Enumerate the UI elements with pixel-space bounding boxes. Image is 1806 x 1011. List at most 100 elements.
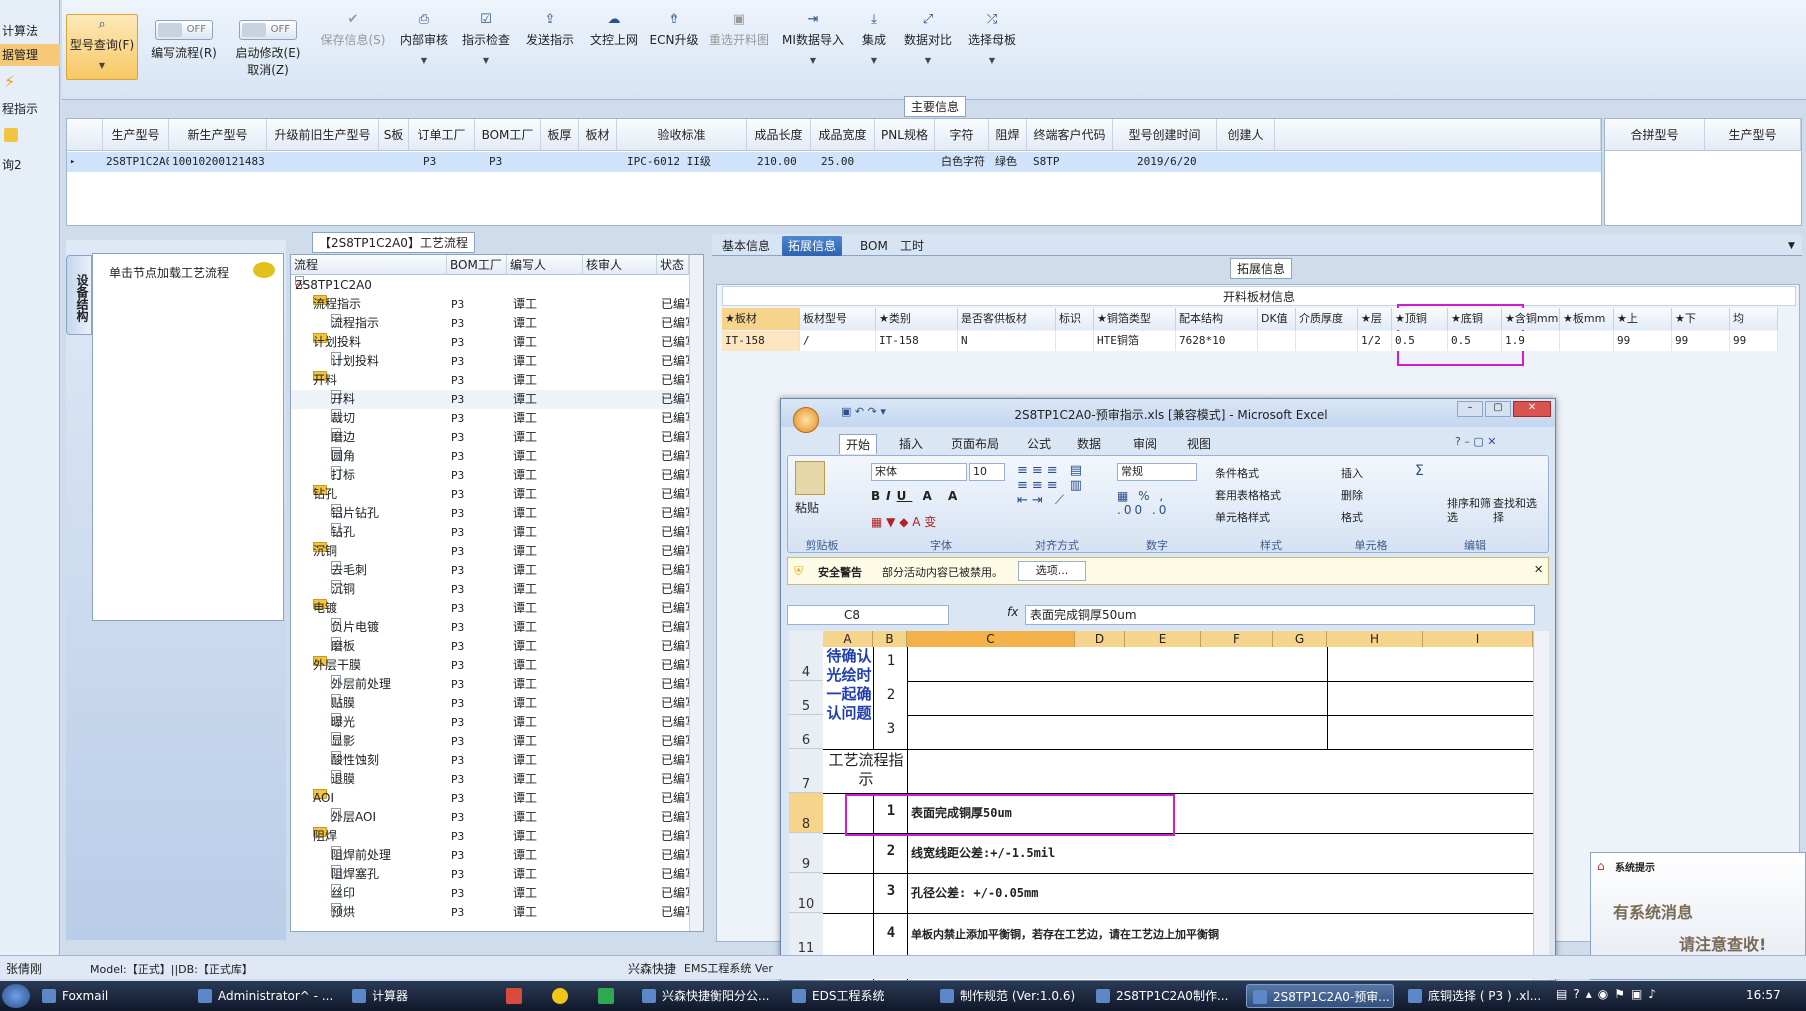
ext-header[interactable]: 标识 bbox=[1056, 308, 1094, 330]
write-flow-button[interactable]: OFF 编写流程(R) bbox=[148, 12, 220, 61]
ext-header[interactable]: 配本结构 bbox=[1176, 308, 1258, 330]
tree-node[interactable]: 外层AOI P3 谭工 已编写 bbox=[291, 808, 689, 827]
table-format-button[interactable]: 套用表格格式 bbox=[1215, 485, 1281, 507]
ext-header[interactable]: ★铜箔类型 bbox=[1094, 308, 1176, 330]
data-compare-button[interactable]: ⤢ 数据对比 ▼ bbox=[898, 12, 958, 65]
ext-header[interactable]: 均 bbox=[1730, 308, 1778, 330]
tab-insert[interactable]: 插入 bbox=[893, 434, 929, 454]
tab-home[interactable]: 开始 bbox=[839, 434, 878, 454]
send-instruction-button[interactable]: ⇪ 发送指示 bbox=[522, 12, 578, 48]
cell-style-button[interactable]: 单元格样式 bbox=[1215, 507, 1281, 529]
row-header[interactable]: 6 bbox=[789, 715, 823, 749]
grid-header[interactable]: 创建人 bbox=[1217, 119, 1275, 151]
tree-node[interactable]: 流程指示 P3 谭工 已编写 bbox=[291, 314, 689, 333]
column-header[interactable]: A bbox=[823, 631, 873, 647]
number-format-icons[interactable]: ▦ % , .00 .0 bbox=[1117, 489, 1169, 517]
ext-cell[interactable]: 0.5 bbox=[1392, 331, 1448, 351]
ext-cell[interactable]: 0.5 bbox=[1448, 331, 1502, 351]
tree-header[interactable]: 核审人 bbox=[583, 255, 657, 275]
column-header[interactable]: I bbox=[1423, 631, 1533, 647]
taskbar-prereview[interactable]: 2S8TP1C2A0-预审... bbox=[1246, 984, 1394, 1008]
tree-node[interactable]: 外层前处理 P3 谭工 已编写 bbox=[291, 675, 689, 694]
grid-header[interactable]: 板材 bbox=[579, 119, 617, 151]
number-format-field[interactable]: 常规 bbox=[1117, 463, 1197, 481]
sheet-scrollbar[interactable] bbox=[1533, 631, 1549, 980]
taskbar-calculator[interactable]: 计算器 bbox=[346, 984, 494, 1008]
tree-node[interactable]: 贴膜 P3 谭工 已编写 bbox=[291, 694, 689, 713]
taskbar-eds[interactable]: EDS工程系统 bbox=[786, 984, 918, 1008]
column-header[interactable]: E bbox=[1125, 631, 1201, 647]
tree-node[interactable]: −外层干膜P3谭工已编写 bbox=[291, 656, 689, 675]
cell-b[interactable]: 2 bbox=[877, 687, 905, 707]
maximize-icon[interactable]: ▢ bbox=[1485, 401, 1511, 417]
tab-bom[interactable]: BOM bbox=[854, 236, 894, 256]
quick-access-icons[interactable]: ▣ ↶ ↷ ▾ bbox=[841, 405, 886, 418]
ext-cell[interactable] bbox=[1560, 331, 1614, 351]
nav-item-query2[interactable]: 询2 bbox=[0, 156, 60, 173]
alignment-icons[interactable]: ≡≡≡ ▤ ≡≡≡ ▥ ⇤⇥ ⟋ bbox=[1017, 463, 1086, 508]
cell-b[interactable]: 4 bbox=[877, 925, 905, 945]
ext-header[interactable]: ★顶铜 bbox=[1392, 308, 1448, 330]
ext-cell[interactable]: / bbox=[800, 331, 876, 351]
tree-node[interactable]: 阻焊塞孔 P3 谭工 已编写 bbox=[291, 865, 689, 884]
cell-c[interactable]: 孔径公差: +/-0.05mm bbox=[911, 883, 1321, 903]
font-size-field[interactable]: 10 bbox=[969, 463, 1005, 481]
ext-cell[interactable] bbox=[1056, 331, 1094, 351]
merged-cell-a[interactable]: 待确认光绘时一起确认问题 bbox=[825, 647, 873, 747]
app-icon[interactable] bbox=[506, 988, 522, 1004]
instruction-check-button[interactable]: ☑ 指示检查 ▼ bbox=[458, 12, 514, 65]
tab-page-layout[interactable]: 页面布局 bbox=[945, 434, 1005, 454]
grid-header[interactable]: BOM工厂 bbox=[475, 119, 541, 151]
ext-header[interactable]: ★层 bbox=[1358, 308, 1392, 330]
taskbar-copper-select[interactable]: 底铜选择 ( P3 ) .xl... bbox=[1402, 984, 1550, 1008]
ext-header[interactable]: ★底铜 bbox=[1448, 308, 1502, 330]
taskbar-make[interactable]: 2S8TP1C2A0制作... bbox=[1090, 984, 1238, 1008]
tree-node[interactable]: −计划投料P3谭工已编写 bbox=[291, 333, 689, 352]
ext-cell[interactable]: N bbox=[958, 331, 1056, 351]
find-select-button[interactable]: 查找和选择 bbox=[1493, 497, 1537, 525]
tree-node[interactable]: 铝片钻孔 P3 谭工 已编写 bbox=[291, 504, 689, 523]
tree-node[interactable]: 去毛刺 P3 谭工 已编写 bbox=[291, 561, 689, 580]
grid-header[interactable]: 字符 bbox=[935, 119, 989, 151]
cell-b[interactable]: 1 bbox=[877, 653, 905, 673]
taskbar-spec[interactable]: 制作规范 (Ver:1.0.6) bbox=[934, 984, 1082, 1008]
grid-header[interactable]: 合拼型号 bbox=[1605, 119, 1705, 151]
model-query-button[interactable]: ⌕ 型号查询(F) ▼ bbox=[66, 14, 138, 80]
start-modify-toggle[interactable]: OFF bbox=[239, 20, 297, 40]
cell-b[interactable]: 3 bbox=[877, 883, 905, 903]
tree-node[interactable]: 负片电镀 P3 谭工 已编写 bbox=[291, 618, 689, 637]
cell-c[interactable]: 线宽线距公差:+/-1.5mil bbox=[911, 843, 1321, 863]
ext-header[interactable]: DK值 bbox=[1258, 308, 1296, 330]
save-info-button[interactable]: ✔ 保存信息(S) bbox=[318, 12, 388, 48]
column-header[interactable]: G bbox=[1273, 631, 1327, 647]
ext-header[interactable]: ★含铜mm bbox=[1502, 308, 1560, 330]
cell-c[interactable]: 单板内禁止添加平衡铜，若存在工艺边，请在工艺边上加平衡铜 bbox=[911, 925, 1521, 945]
grid-header[interactable]: 升级前旧生产型号 bbox=[267, 119, 379, 151]
grid-header[interactable]: 阻焊 bbox=[989, 119, 1027, 151]
font-name-field[interactable]: 宋体 bbox=[871, 463, 967, 481]
write-flow-toggle[interactable]: OFF bbox=[155, 20, 213, 40]
row-header[interactable]: 8 bbox=[789, 793, 823, 833]
start-button[interactable] bbox=[2, 984, 30, 1008]
row-header[interactable]: 10 bbox=[789, 873, 823, 913]
tree-node[interactable]: −AOIP3谭工已编写 bbox=[291, 789, 689, 808]
tab-basic-info[interactable]: 基本信息 bbox=[716, 236, 776, 256]
tree-header[interactable]: 状态 bbox=[657, 255, 689, 275]
help-icon[interactable]: ? – ▢ ✕ bbox=[1455, 435, 1496, 448]
tree-node[interactable]: 开料 P3 谭工 已编写 bbox=[291, 390, 689, 409]
mi-import-button[interactable]: ⇥ MI数据导入 ▼ bbox=[778, 12, 848, 65]
tree-node[interactable]: 阻焊前处理 P3 谭工 已编写 bbox=[291, 846, 689, 865]
tree-node[interactable]: 退膜 P3 谭工 已编写 bbox=[291, 770, 689, 789]
ext-header[interactable]: 板材型号 bbox=[800, 308, 876, 330]
nav-item-data-management[interactable]: 据管理 bbox=[0, 44, 60, 66]
tree-node[interactable]: 裁切 P3 谭工 已编写 bbox=[291, 409, 689, 428]
taskbar-xingsen[interactable]: 兴森快捷衡阳分公... bbox=[636, 984, 772, 1008]
close-icon[interactable]: ✕ bbox=[1534, 563, 1543, 576]
font-style-buttons[interactable]: BIU A A bbox=[871, 489, 963, 503]
internal-review-button[interactable]: ⎙ 内部审核 ▼ bbox=[396, 12, 452, 65]
tree-node[interactable]: 磨边 P3 谭工 已编写 bbox=[291, 428, 689, 447]
tree-scrollbar[interactable] bbox=[689, 255, 703, 931]
row-header[interactable]: 9 bbox=[789, 833, 823, 873]
ext-cell[interactable]: 99 bbox=[1614, 331, 1672, 351]
cell-b[interactable]: 3 bbox=[877, 721, 905, 741]
